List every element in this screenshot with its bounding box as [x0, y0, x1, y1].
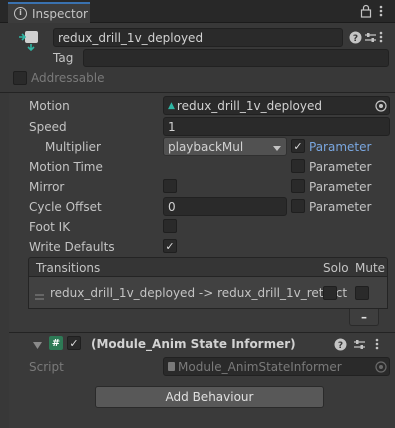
speed-label: Speed	[29, 120, 67, 134]
checkmark-icon: ✓	[293, 139, 303, 153]
state-icon	[17, 28, 43, 54]
svg-text:?: ?	[337, 341, 342, 351]
tab-inspector[interactable]: i Inspector	[8, 2, 90, 23]
object-name-value: redux_drill_1v_deployed	[58, 30, 204, 45]
script-component-icon: #	[49, 336, 63, 350]
transitions-title: Transitions	[36, 261, 101, 275]
cycle-offset-input[interactable]: 0	[163, 197, 287, 216]
tab-title: Inspector	[32, 6, 88, 21]
add-behaviour-button[interactable]: Add Behaviour	[95, 386, 324, 408]
lock-icon[interactable]	[360, 4, 372, 18]
multiplier-parameter-label: Parameter	[309, 140, 372, 154]
object-picker-icon	[375, 361, 387, 373]
info-icon: i	[14, 7, 27, 20]
mirror-parameter-checkbox[interactable]	[291, 179, 305, 193]
foot-ik-label: Foot IK	[29, 220, 71, 234]
component-title: (Module_Anim State Informer)	[91, 337, 296, 351]
motion-time-label: Motion Time	[29, 160, 103, 174]
preset-icon[interactable]	[363, 30, 377, 44]
transition-name: redux_drill_1v_deployed -> redux_drill_1…	[50, 286, 348, 300]
write-defaults-label: Write Defaults	[29, 240, 115, 254]
motion-value: redux_drill_1v_deployed	[176, 98, 322, 113]
motion-time-parameter-label: Parameter	[309, 160, 372, 174]
component-menu-icon[interactable]	[378, 30, 384, 44]
motion-label: Motion	[29, 99, 70, 113]
motion-field[interactable]: ▲ redux_drill_1v_deployed	[163, 96, 390, 115]
checkmark-icon: ✓	[69, 336, 79, 350]
remove-label: –	[361, 310, 367, 324]
cycle-offset-parameter-label: Parameter	[309, 200, 372, 214]
help-icon[interactable]: ?	[348, 30, 362, 44]
checkmark-icon: ✓	[165, 239, 175, 253]
script-value: Module_AnimStateInformer	[178, 359, 342, 374]
help-icon[interactable]: ?	[333, 337, 347, 351]
multiplier-dropdown[interactable]: playbackMul	[163, 137, 287, 156]
cycle-offset-value: 0	[168, 199, 176, 214]
motion-time-parameter-checkbox[interactable]	[291, 159, 305, 173]
script-field: Module_AnimStateInformer	[163, 357, 390, 376]
transition-mute-checkbox[interactable]	[355, 286, 369, 300]
foot-ik-checkbox[interactable]	[163, 219, 177, 233]
object-name-input[interactable]: redux_drill_1v_deployed	[53, 28, 343, 47]
component-enabled-checkbox[interactable]: ✓	[67, 336, 81, 350]
write-defaults-checkbox[interactable]: ✓	[163, 239, 177, 253]
addressable-checkbox[interactable]	[13, 71, 27, 85]
cycle-offset-parameter-checkbox[interactable]	[291, 199, 305, 213]
multiplier-value: playbackMul	[168, 139, 244, 154]
object-picker-icon[interactable]	[375, 100, 387, 112]
mirror-parameter-label: Parameter	[309, 180, 372, 194]
tag-label: Tag	[53, 51, 74, 65]
more-icon[interactable]	[378, 4, 384, 18]
svg-text:?: ?	[352, 34, 357, 44]
multiplier-parameter-checkbox[interactable]: ✓	[291, 139, 305, 153]
solo-column-label: Solo	[323, 261, 349, 275]
mute-column-label: Mute	[355, 261, 386, 275]
addressable-label: Addressable	[31, 71, 105, 85]
remove-transition-button[interactable]: –	[349, 309, 379, 326]
tag-field[interactable]	[83, 49, 389, 67]
speed-value: 1	[168, 119, 176, 134]
multiplier-label: Multiplier	[45, 140, 101, 154]
add-behaviour-label: Add Behaviour	[165, 390, 254, 404]
cycle-offset-label: Cycle Offset	[29, 200, 102, 214]
mirror-label: Mirror	[29, 180, 65, 194]
anim-clip-icon: ▲	[168, 100, 175, 111]
component-divider	[9, 332, 395, 333]
speed-input[interactable]: 1	[163, 117, 390, 136]
mirror-checkbox[interactable]	[163, 179, 177, 193]
script-label: Script	[29, 360, 64, 374]
component-menu-icon[interactable]	[374, 337, 380, 351]
transition-solo-checkbox[interactable]	[323, 286, 337, 300]
chevron-down-icon	[272, 142, 282, 151]
foldout-arrow-icon[interactable]	[33, 339, 42, 349]
drag-handle-icon[interactable]	[35, 289, 44, 300]
script-file-icon	[168, 362, 175, 371]
preset-icon[interactable]	[352, 337, 366, 351]
